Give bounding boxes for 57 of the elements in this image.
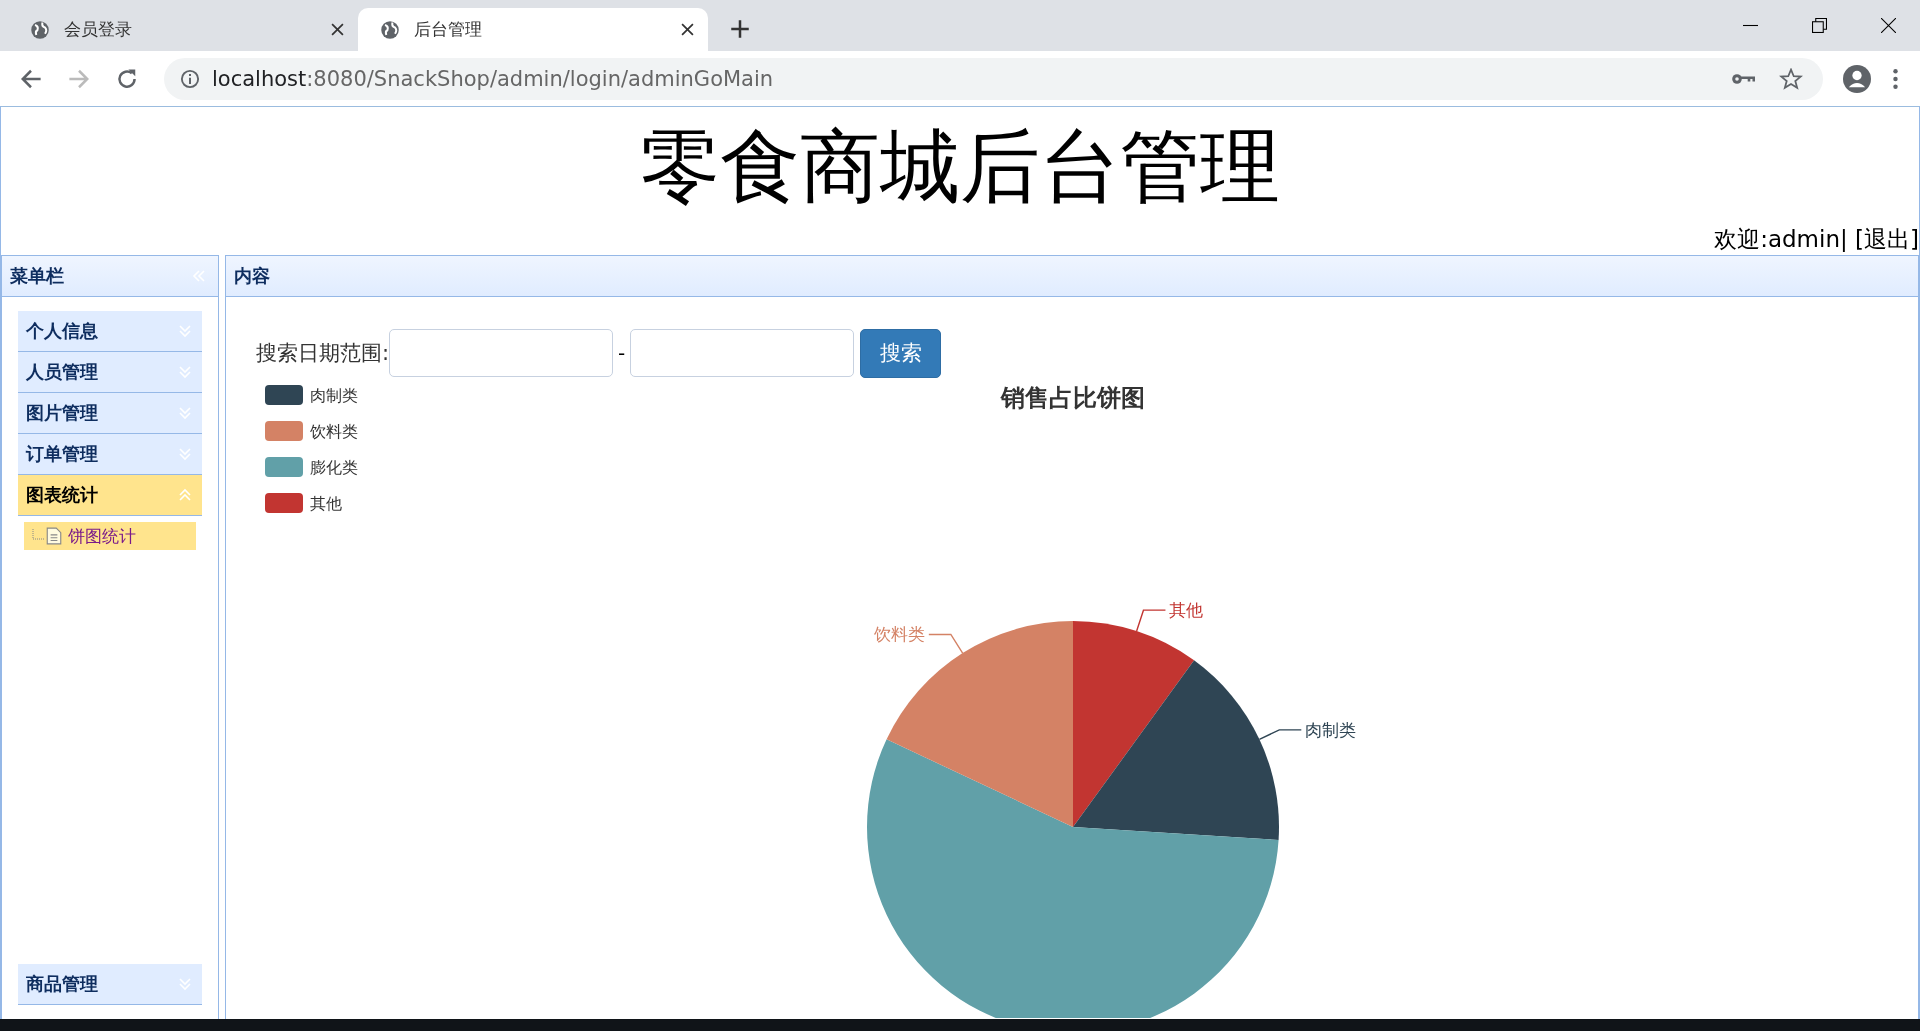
chevron-down-icon [178,324,192,338]
leader-line [928,633,964,654]
legend-swatch[interactable] [265,493,303,513]
search-label: 搜索日期范围: [256,340,390,367]
menu-item[interactable]: 图表统计 [18,475,202,516]
start-date-field[interactable] [389,329,614,377]
new-tab-icon[interactable] [730,19,750,39]
menu-item[interactable]: 人员管理 [18,352,202,393]
chevron-down-icon [178,447,192,461]
close-icon[interactable] [1881,18,1896,33]
chevron-down-icon [178,406,192,420]
legend-label[interactable]: 膨化类 [310,458,358,477]
menu-icon[interactable] [1893,68,1898,89]
account-icon[interactable] [1843,64,1871,93]
url-text: localhost:8080/SnackShop/admin/login/adminGoMain [212,66,774,91]
menu-item[interactable]: 订单管理 [18,434,202,475]
address-bar[interactable]: localhost:8080/SnackShop/admin/login/adminGoMain [164,57,1823,100]
info-icon[interactable] [180,68,200,89]
back-icon[interactable] [20,67,42,90]
globe-icon [380,19,400,40]
close-icon[interactable] [331,23,344,36]
chart-title: 销售占比饼图 [1001,384,1145,412]
menu-item[interactable]: 商品管理 [18,964,202,1005]
panel-title: 内容 [234,264,270,288]
reload-icon[interactable] [116,67,138,90]
legend-swatch[interactable] [265,385,303,405]
slice-label: 其他 [1169,600,1204,621]
menu-item[interactable]: 图片管理 [18,393,202,434]
slice-label: 肉制类 [1305,719,1357,740]
legend-swatch[interactable] [265,457,303,477]
leader-line [1258,729,1302,740]
page-title: 零食商城后台管理 [639,119,1281,214]
logout-link[interactable]: [退出] [1855,226,1919,252]
browser-tab[interactable]: 后台管理 [358,8,708,51]
panel-title: 菜单栏 [10,264,64,288]
close-icon[interactable] [681,23,694,36]
chevron-down-icon [178,365,192,379]
leader-line [1135,609,1167,632]
menu-item[interactable]: 个人信息 [18,311,202,352]
search-button[interactable]: 搜索 [860,328,942,378]
welcome-text: 欢迎:admin| [1714,226,1848,252]
legend-label[interactable]: 饮料类 [310,422,358,441]
star-icon[interactable] [1779,67,1803,90]
legend-swatch[interactable] [265,421,303,441]
range-separator: - [618,341,626,365]
legend-label[interactable]: 肉制类 [310,386,358,405]
end-date-field[interactable] [630,329,855,377]
globe-icon [30,19,50,40]
document-icon [46,527,62,545]
tree-line-icon [32,529,44,543]
restore-icon[interactable] [1812,18,1827,33]
legend-label[interactable]: 其他 [310,494,342,513]
browser-tab[interactable]: 会员登录 [8,8,358,51]
submenu-item[interactable]: 饼图统计 [24,522,196,550]
chevron-up-icon [178,488,192,502]
chevron-down-icon [178,977,192,991]
slice-label: 饮料类 [873,624,925,645]
